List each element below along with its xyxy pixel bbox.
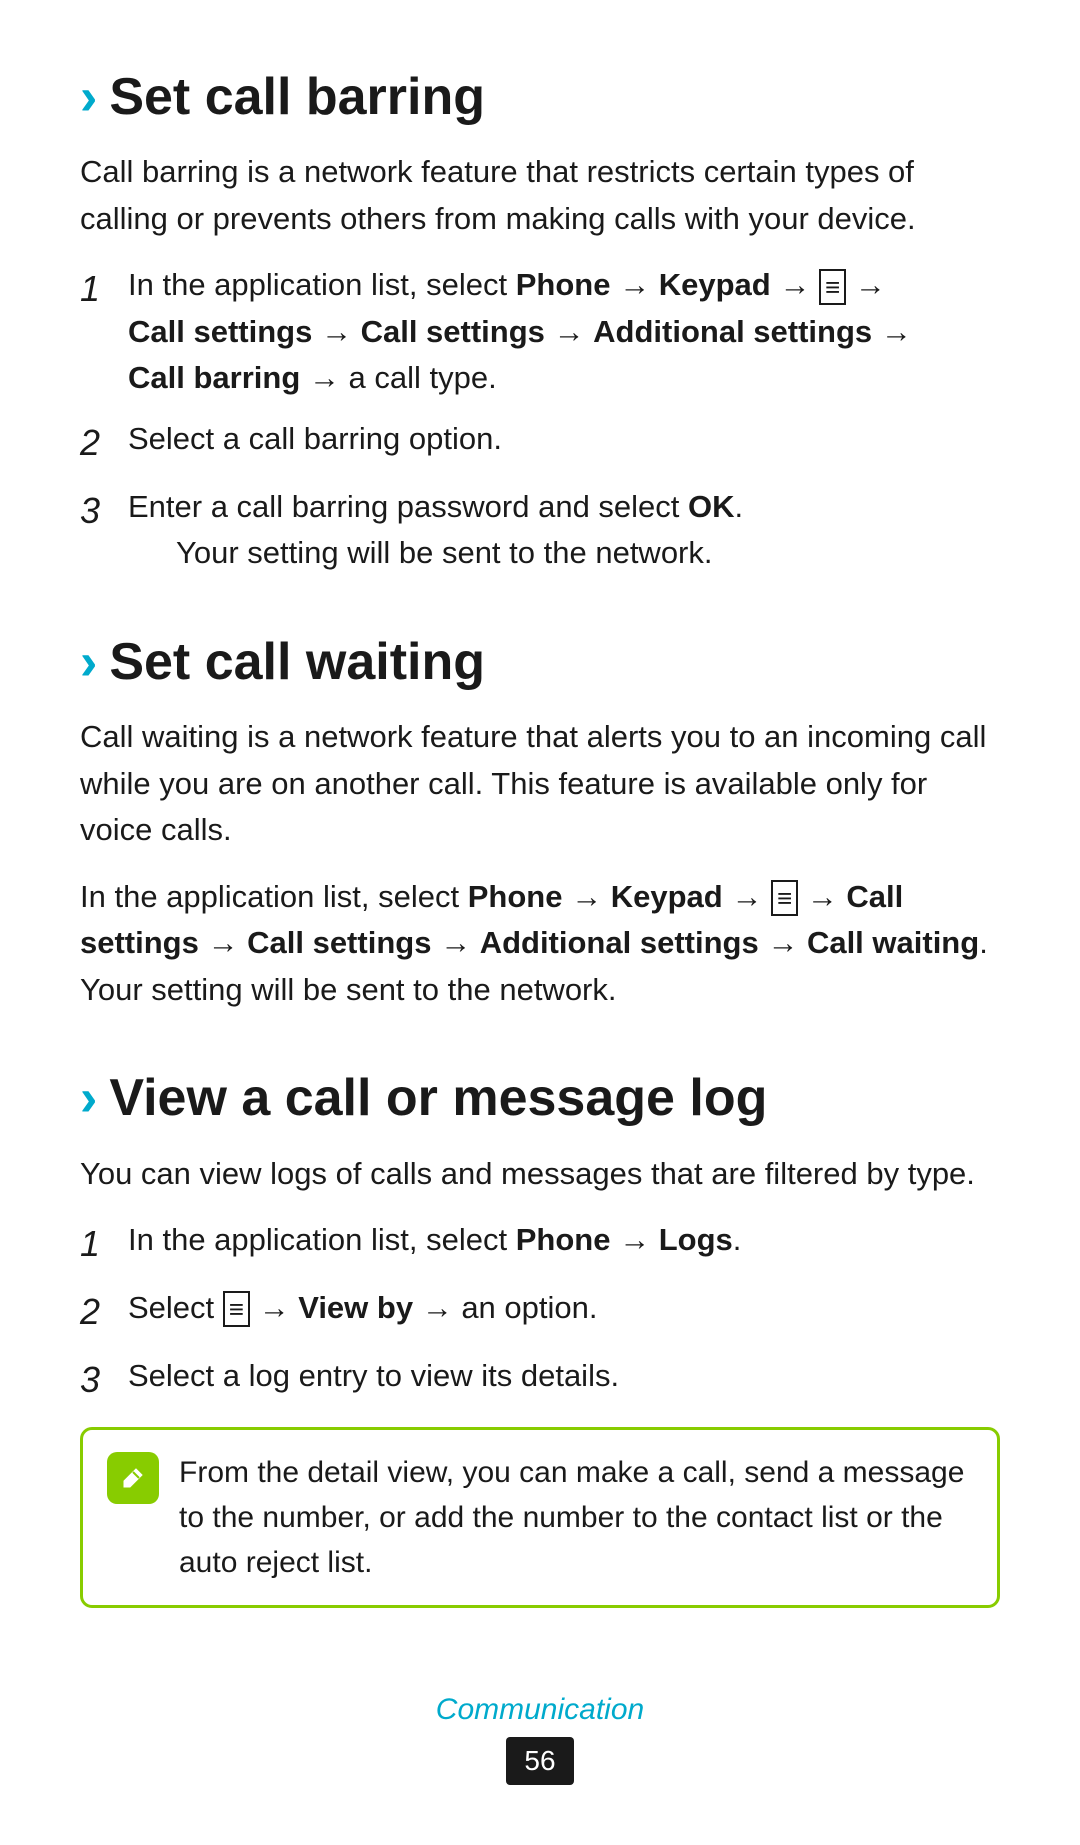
step-number: 3 xyxy=(80,484,128,538)
step-number: 2 xyxy=(80,1285,128,1339)
view-log-description: You can view logs of calls and messages … xyxy=(80,1151,1000,1198)
footer-page-number: 56 xyxy=(506,1737,573,1786)
step-content: Enter a call barring password and select… xyxy=(128,489,743,524)
call-waiting-inline: In the application list, select Phone → … xyxy=(80,874,1000,1014)
chevron-icon-3: › xyxy=(80,1061,97,1136)
chevron-icon-2: › xyxy=(80,625,97,700)
view-log-steps: 1 In the application list, select Phone … xyxy=(80,1217,1000,1407)
note-box: From the detail view, you can make a cal… xyxy=(80,1427,1000,1608)
step-number: 3 xyxy=(80,1353,128,1407)
section-title-call-barring: › Set call barring xyxy=(80,60,1000,135)
step-content: Select a log entry to view its details. xyxy=(128,1353,1000,1400)
step-content: Select a call barring option. xyxy=(128,416,1000,463)
call-barring-description: Call barring is a network feature that r… xyxy=(80,149,1000,242)
step-content: In the application list, select Phone → … xyxy=(128,1217,1000,1264)
chevron-icon-1: › xyxy=(80,60,97,135)
note-icon xyxy=(107,1452,159,1504)
section-call-waiting: › Set call waiting Call waiting is a net… xyxy=(80,625,1000,1013)
section-title-call-waiting: › Set call waiting xyxy=(80,625,1000,700)
step-number: 1 xyxy=(80,262,128,316)
step-item: 1 In the application list, select Phone … xyxy=(80,262,1000,402)
footer-label: Communication xyxy=(80,1688,1000,1732)
step-item: 3 Enter a call barring password and sele… xyxy=(80,484,1000,577)
call-barring-steps: 1 In the application list, select Phone … xyxy=(80,262,1000,577)
step-content: Select ≡ → View by → an option. xyxy=(128,1285,1000,1332)
step-content: In the application list, select Phone → … xyxy=(128,262,1000,402)
step-item: 2 Select ≡ → View by → an option. xyxy=(80,1285,1000,1339)
section-view-log: › View a call or message log You can vie… xyxy=(80,1061,1000,1608)
step-number: 2 xyxy=(80,416,128,470)
section-call-barring: › Set call barring Call barring is a net… xyxy=(80,60,1000,577)
step-item: 2 Select a call barring option. xyxy=(80,416,1000,470)
step-item: 3 Select a log entry to view its details… xyxy=(80,1353,1000,1407)
step-subnote: Your setting will be sent to the network… xyxy=(176,530,743,577)
call-waiting-description: Call waiting is a network feature that a… xyxy=(80,714,1000,854)
step-item: 1 In the application list, select Phone … xyxy=(80,1217,1000,1271)
section-title-view-log: › View a call or message log xyxy=(80,1061,1000,1136)
pencil-icon xyxy=(117,1462,149,1494)
note-text: From the detail view, you can make a cal… xyxy=(179,1450,973,1585)
step-number: 1 xyxy=(80,1217,128,1271)
